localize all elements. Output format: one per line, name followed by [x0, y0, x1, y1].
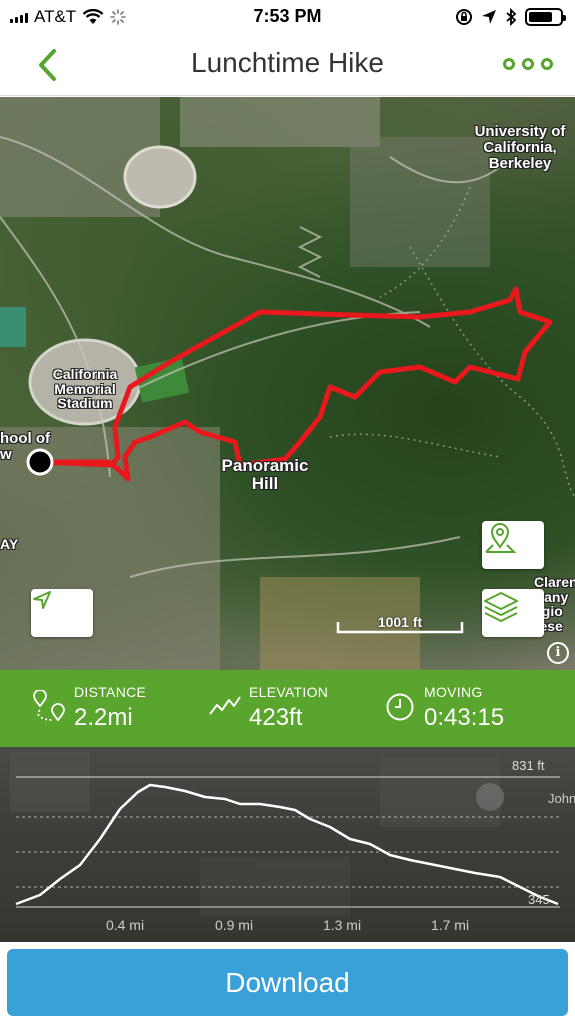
page-title: Lunchtime Hike — [191, 47, 384, 78]
more-dot — [522, 58, 534, 70]
download-area: Download — [0, 942, 575, 1023]
map-label-school: hool of w — [0, 430, 50, 463]
info-icon[interactable]: i — [547, 642, 569, 664]
map-pin-icon — [485, 523, 517, 553]
elevation-icon — [209, 696, 241, 715]
elevation-label: ELEVATION — [249, 684, 329, 700]
map-background-label: John — [548, 791, 575, 806]
x-tick-label: 1.7 mi — [430, 917, 470, 933]
nav-header: Lunchtime Hike — [0, 34, 575, 96]
bluetooth-icon — [506, 8, 517, 26]
moving-label: MOVING — [424, 684, 483, 700]
map-layers-button[interactable] — [482, 589, 544, 637]
battery-level — [529, 12, 552, 22]
x-tick-label: 1.3 mi — [322, 917, 362, 933]
battery-icon — [525, 8, 566, 26]
map-view[interactable]: University of California, Berkeley Calif… — [0, 97, 575, 670]
map-scale-label: 1001 ft — [377, 614, 423, 630]
x-tick-label: 0.9 mi — [214, 917, 254, 933]
status-bar: AT&T 7:53 PM — [0, 0, 575, 34]
locate-me-button[interactable] — [31, 589, 93, 637]
download-button[interactable]: Download — [7, 949, 568, 1016]
elevation-profile[interactable]: 831 ft 345 John 0.4 mi 0.9 mi 1.3 mi 1.7… — [0, 747, 575, 942]
map-label-university: University of California, Berkeley — [474, 123, 566, 172]
layers-icon — [484, 592, 518, 622]
elevation-min-label: 345 — [528, 892, 550, 907]
location-arrow-icon — [482, 10, 496, 24]
map-label-hill: Panoramic Hill — [221, 456, 309, 493]
map-pin-button[interactable] — [482, 521, 544, 569]
distance-icon — [33, 690, 65, 722]
elevation-chart — [10, 752, 560, 917]
clock-icon — [386, 693, 414, 721]
map-label-ay: AY — [0, 536, 19, 552]
stat-moving: MOVING 0:43:15 — [380, 670, 575, 747]
more-dot — [541, 58, 553, 70]
map-scale: 1001 ft — [336, 614, 464, 634]
more-options-button[interactable] — [503, 52, 553, 76]
more-dots-icon — [503, 58, 515, 70]
elevation-max-label: 831 ft — [512, 758, 545, 773]
elevation-value: 423ft — [249, 704, 303, 731]
moving-value: 0:43:15 — [424, 704, 505, 731]
stats-bar: DISTANCE 2.2mi ELEVATION 423ft MOVING 0:… — [0, 670, 575, 747]
rotation-lock-icon — [456, 9, 472, 25]
map-label-stadium: California Memorial Stadium — [52, 366, 118, 412]
distance-value: 2.2mi — [74, 704, 133, 731]
distance-label: DISTANCE — [74, 684, 147, 700]
x-tick-label: 0.4 mi — [105, 917, 145, 933]
status-right — [455, 7, 566, 27]
stat-elevation: ELEVATION 423ft — [190, 670, 380, 747]
stat-distance: DISTANCE 2.2mi — [0, 670, 190, 747]
navigation-arrow-icon — [33, 591, 51, 609]
